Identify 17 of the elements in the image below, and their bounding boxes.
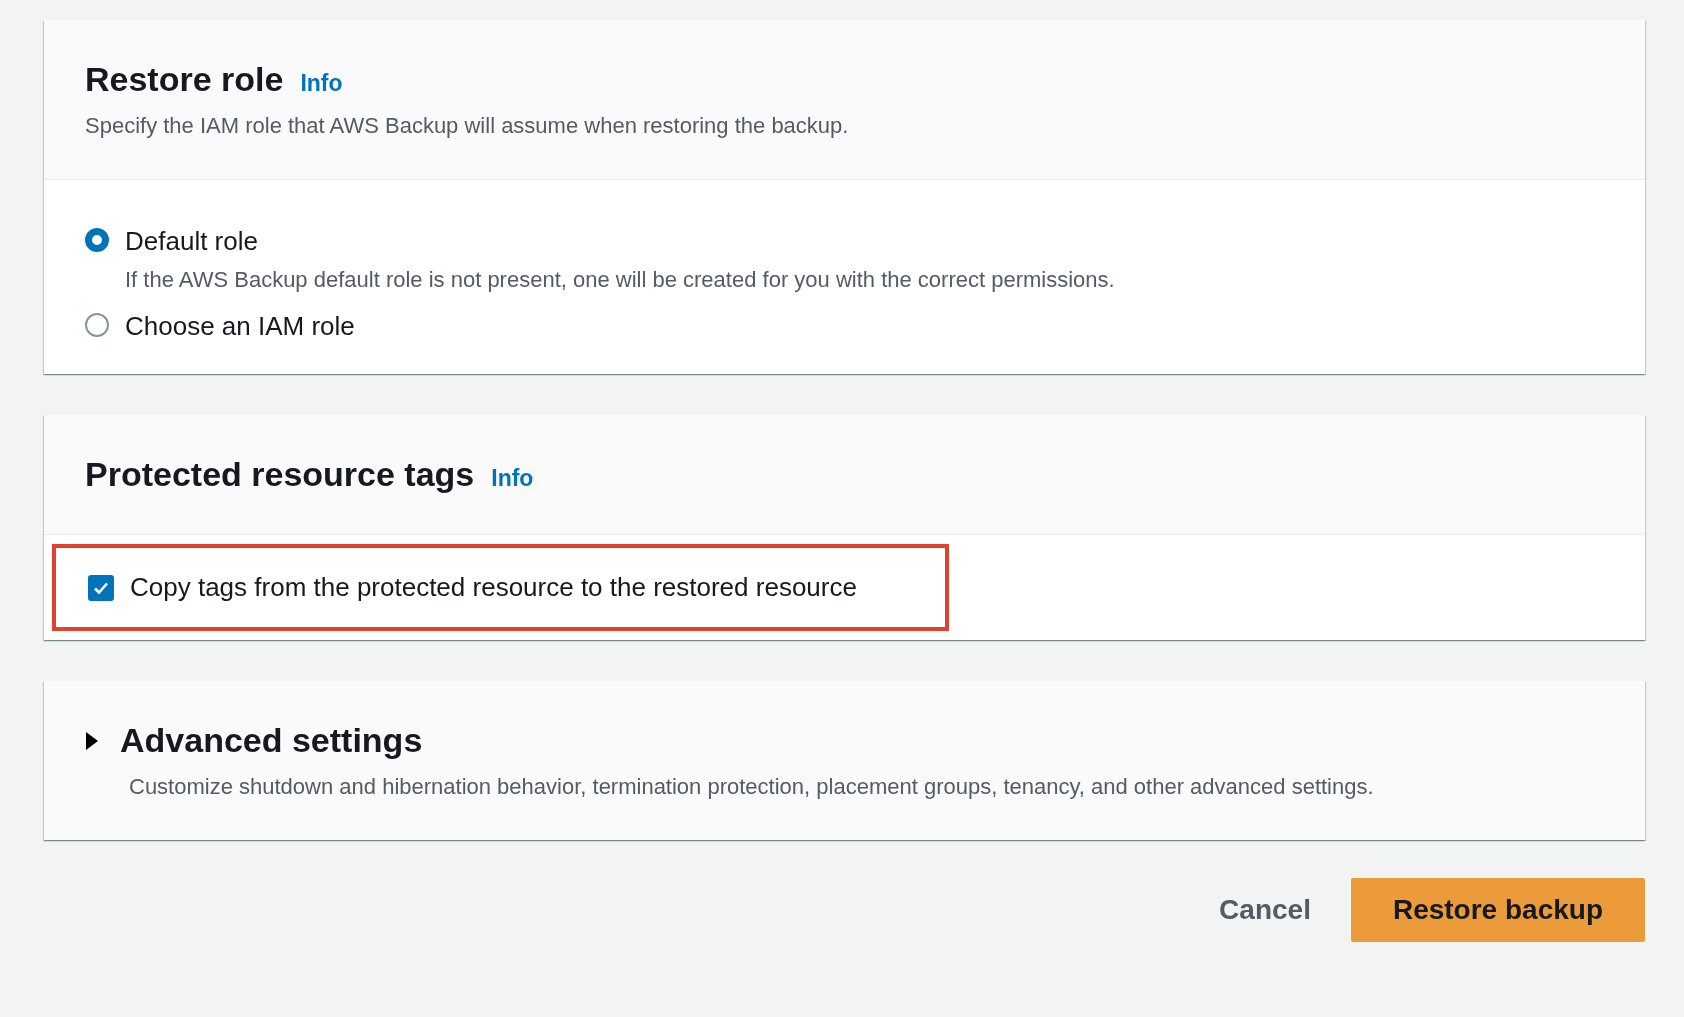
radio-label[interactable]: Choose an IAM role [125, 311, 355, 342]
radio-label[interactable]: Default role [125, 226, 1115, 257]
radio-button[interactable] [85, 313, 109, 337]
panel-description: Specify the IAM role that AWS Backup will assume when restoring the backup. [85, 113, 850, 139]
info-link[interactable]: Info [300, 70, 343, 97]
restore-backup-button[interactable]: Restore backup [1350, 878, 1645, 942]
panel-description: Customize shutdown and hibernation behavior, termination protection, placement groups, tenancy, and other advanced settings. [129, 774, 1375, 800]
expander-title[interactable]: Advanced settings [120, 721, 423, 760]
checkbox[interactable] [88, 574, 114, 601]
option-description: If the AWS Backup default role is not present, one will be created for you with the correct permissions. [125, 267, 1115, 293]
checkbox-label[interactable]: Copy tags from the protected resource to the restored resource [130, 572, 857, 603]
panel-title: Protected resource tags [85, 455, 475, 494]
panel-title: Restore role [85, 60, 284, 99]
info-link[interactable]: Info [491, 465, 534, 492]
cancel-button[interactable]: Cancel [1219, 884, 1311, 936]
caret-icon[interactable] [85, 730, 99, 751]
radio-button[interactable] [85, 228, 109, 252]
